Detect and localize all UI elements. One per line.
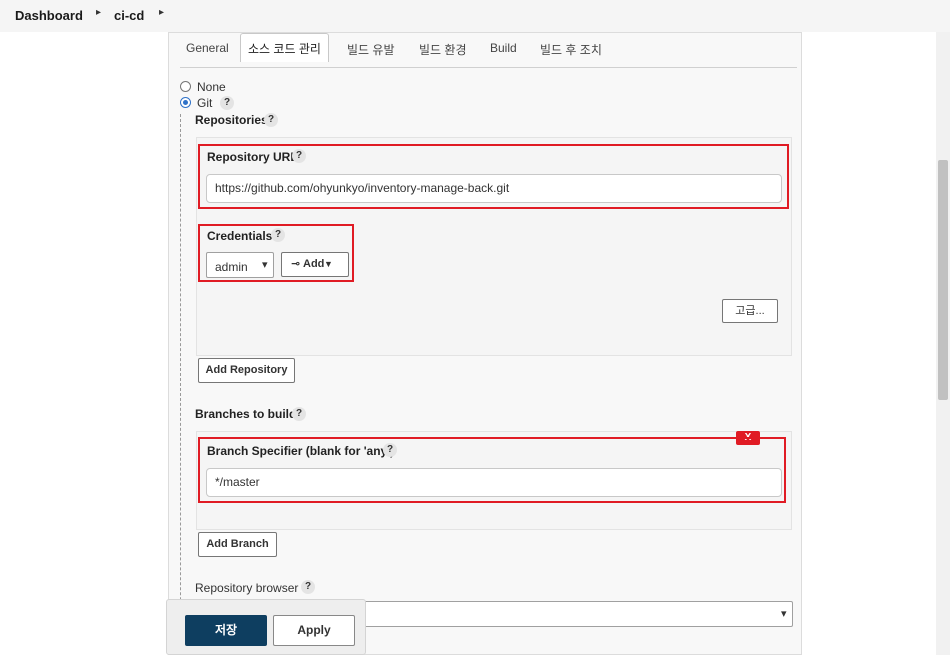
- caret-down-icon: ▼: [324, 259, 333, 269]
- chevron-down-icon: ▾: [781, 608, 787, 620]
- scm-none-label[interactable]: None: [197, 80, 226, 94]
- scm-git-radio[interactable]: [180, 97, 191, 108]
- repository-browser-help-icon[interactable]: ?: [301, 580, 315, 594]
- credentials-help-icon[interactable]: ?: [271, 228, 285, 242]
- repository-url-help-icon[interactable]: ?: [292, 149, 306, 163]
- repository-url-label: Repository URL: [207, 150, 298, 164]
- branches-label: Branches to build: [195, 407, 297, 421]
- branches-help-icon[interactable]: ?: [292, 407, 306, 421]
- tab-source-code-management[interactable]: 소스 코드 관리: [248, 40, 321, 57]
- credentials-label: Credentials: [207, 229, 273, 243]
- branch-specifier-label: Branch Specifier (blank for 'any'): [207, 444, 395, 458]
- breadcrumb-job[interactable]: ci-cd: [114, 8, 144, 23]
- breadcrumb-separator-icon[interactable]: ▸: [96, 7, 101, 18]
- branch-specifier-input[interactable]: */master: [206, 468, 782, 497]
- add-repository-button[interactable]: Add Repository: [198, 358, 295, 383]
- tab-post-build-actions[interactable]: 빌드 후 조치: [540, 41, 602, 58]
- apply-button[interactable]: Apply: [273, 615, 355, 646]
- page-scrollbar-thumb[interactable]: [938, 160, 948, 400]
- branch-specifier-help-icon[interactable]: ?: [383, 443, 397, 457]
- key-icon: ⊸: [291, 258, 301, 270]
- tab-divider: [180, 67, 797, 68]
- breadcrumb-dashboard[interactable]: Dashboard: [15, 8, 83, 23]
- repository-browser-label: Repository browser: [195, 581, 299, 595]
- scm-git-label[interactable]: Git: [197, 96, 212, 110]
- advanced-button[interactable]: 고급...: [722, 299, 778, 323]
- add-credentials-button[interactable]: ⊸ Add ▼: [281, 252, 349, 277]
- git-section-indent-line: [180, 114, 181, 655]
- breadcrumb-separator-icon[interactable]: ▸: [159, 7, 164, 18]
- add-branch-button[interactable]: Add Branch: [198, 532, 277, 557]
- credentials-select[interactable]: admin ▾: [206, 252, 274, 278]
- tab-build[interactable]: Build: [490, 41, 517, 55]
- repositories-help-icon[interactable]: ?: [264, 113, 278, 127]
- chevron-down-icon: ▾: [262, 259, 268, 271]
- tab-general[interactable]: General: [186, 41, 229, 55]
- breadcrumb: Dashboard ▸ ci-cd ▸: [0, 0, 950, 32]
- scm-none-radio[interactable]: [180, 81, 191, 92]
- repositories-label: Repositories: [195, 113, 268, 127]
- tab-build-triggers[interactable]: 빌드 유발: [347, 41, 395, 58]
- tab-build-environment[interactable]: 빌드 환경: [419, 41, 467, 58]
- credentials-selected-value: admin: [215, 260, 248, 274]
- save-button[interactable]: 저장: [185, 615, 267, 646]
- git-help-icon[interactable]: ?: [220, 96, 234, 110]
- repository-url-input[interactable]: https://github.com/ohyunkyo/inventory-ma…: [206, 174, 782, 203]
- add-credentials-label: Add: [303, 258, 325, 270]
